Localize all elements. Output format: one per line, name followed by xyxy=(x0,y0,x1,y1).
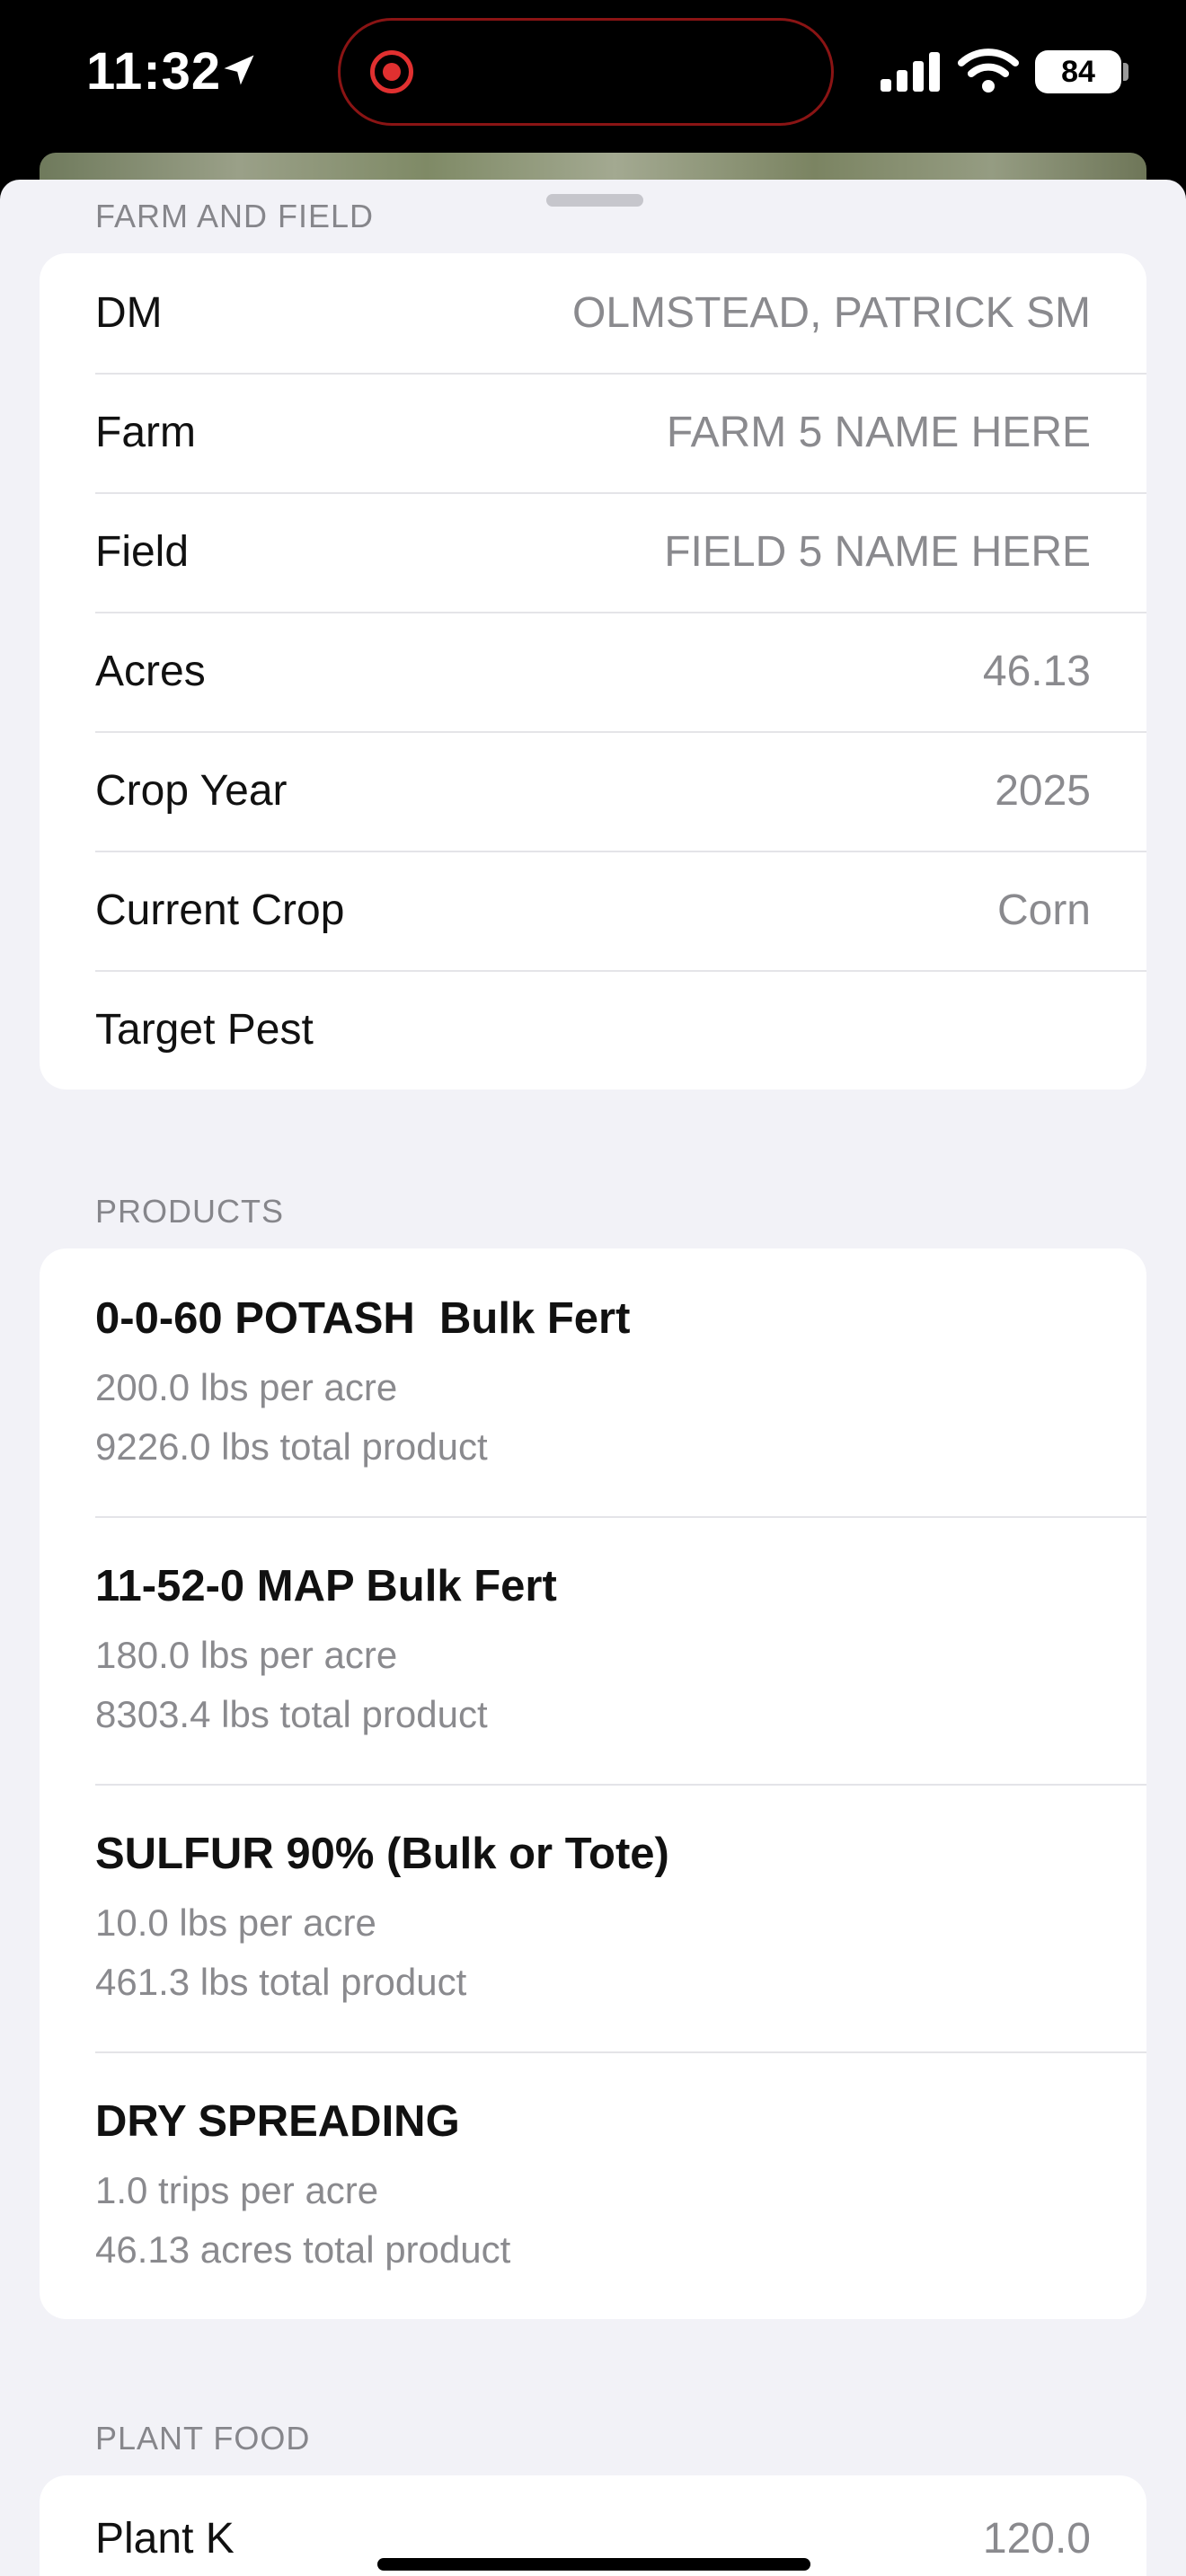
product-name: 0-0-60 POTASH Bulk Fert xyxy=(95,1294,631,1343)
battery-indicator: 84 xyxy=(1035,50,1121,93)
row-target-pest: Target Pest xyxy=(40,970,1146,1090)
row-value: 120.0 xyxy=(982,2514,1091,2563)
product-rate: 1.0 trips per acre xyxy=(95,2169,379,2211)
row-crop-year: Crop Year 2025 xyxy=(40,731,1146,851)
status-time: 11:32 xyxy=(86,42,222,101)
product-total: 461.3 lbs total product xyxy=(95,1961,467,2003)
battery-cap xyxy=(1123,63,1128,81)
cellular-signal-icon xyxy=(879,50,943,96)
farm-field-card: DM OLMSTEAD, PATRICK SM Farm FARM 5 NAME… xyxy=(40,253,1146,1090)
product-total: 9226.0 lbs total product xyxy=(95,1425,488,1468)
location-arrow-icon xyxy=(219,50,259,94)
row-label: DM xyxy=(95,289,163,337)
sheet-grabber[interactable] xyxy=(546,194,643,207)
product-name: DRY SPREADING xyxy=(95,2097,460,2146)
row-acres: Acres 46.13 xyxy=(40,612,1146,731)
row-label: Acres xyxy=(95,648,206,695)
row-value: 46.13 xyxy=(982,648,1091,695)
row-field: Field FIELD 5 NAME HERE xyxy=(40,492,1146,612)
row-dm: DM OLMSTEAD, PATRICK SM xyxy=(40,253,1146,373)
row-label: Target Pest xyxy=(95,1006,314,1054)
product-rate: 180.0 lbs per acre xyxy=(95,1634,398,1676)
product-item[interactable]: DRY SPREADING 1.0 trips per acre 46.13 a… xyxy=(40,2051,1146,2319)
row-value: OLMSTEAD, PATRICK SM xyxy=(572,289,1091,337)
product-item[interactable]: 11-52-0 MAP Bulk Fert 180.0 lbs per acre… xyxy=(40,1516,1146,1784)
products-section-header: PRODUCTS xyxy=(95,1193,285,1230)
row-label: Farm xyxy=(95,409,196,456)
product-rate: 200.0 lbs per acre xyxy=(95,1366,398,1408)
row-value: 2025 xyxy=(995,767,1091,815)
wifi-icon xyxy=(958,47,1019,98)
row-value: FARM 5 NAME HERE xyxy=(666,409,1091,456)
product-total: 46.13 acres total product xyxy=(95,2228,511,2271)
row-value: FIELD 5 NAME HERE xyxy=(664,528,1091,576)
row-label: Field xyxy=(95,528,190,576)
product-item[interactable]: 0-0-60 POTASH Bulk Fert 200.0 lbs per ac… xyxy=(40,1248,1146,1516)
product-rate: 10.0 lbs per acre xyxy=(95,1901,376,1944)
row-value: Corn xyxy=(996,887,1091,934)
product-name: SULFUR 90% (Bulk or Tote) xyxy=(95,1830,669,1878)
row-label: Current Crop xyxy=(95,887,345,934)
row-label: Plant K xyxy=(95,2514,235,2563)
row-farm: Farm FARM 5 NAME HERE xyxy=(40,373,1146,492)
product-item[interactable]: SULFUR 90% (Bulk or Tote) 10.0 lbs per a… xyxy=(40,1784,1146,2051)
home-indicator[interactable] xyxy=(377,2558,810,2571)
farm-section-header: FARM AND FIELD xyxy=(95,198,375,234)
screen-recording-icon xyxy=(370,50,413,93)
detail-sheet: FARM AND FIELD DM OLMSTEAD, PATRICK SM F… xyxy=(0,180,1186,2576)
row-label: Crop Year xyxy=(95,767,288,815)
row-current-crop: Current Crop Corn xyxy=(40,851,1146,970)
screen: 11:32 84 FARM AND FIELD DM OLMSTEAD, PAT… xyxy=(0,0,1186,2576)
products-card: 0-0-60 POTASH Bulk Fert 200.0 lbs per ac… xyxy=(40,1248,1146,2319)
plant-food-section-header: PLANT FOOD xyxy=(95,2420,311,2457)
product-name: 11-52-0 MAP Bulk Fert xyxy=(95,1562,557,1610)
product-total: 8303.4 lbs total product xyxy=(95,1693,488,1735)
